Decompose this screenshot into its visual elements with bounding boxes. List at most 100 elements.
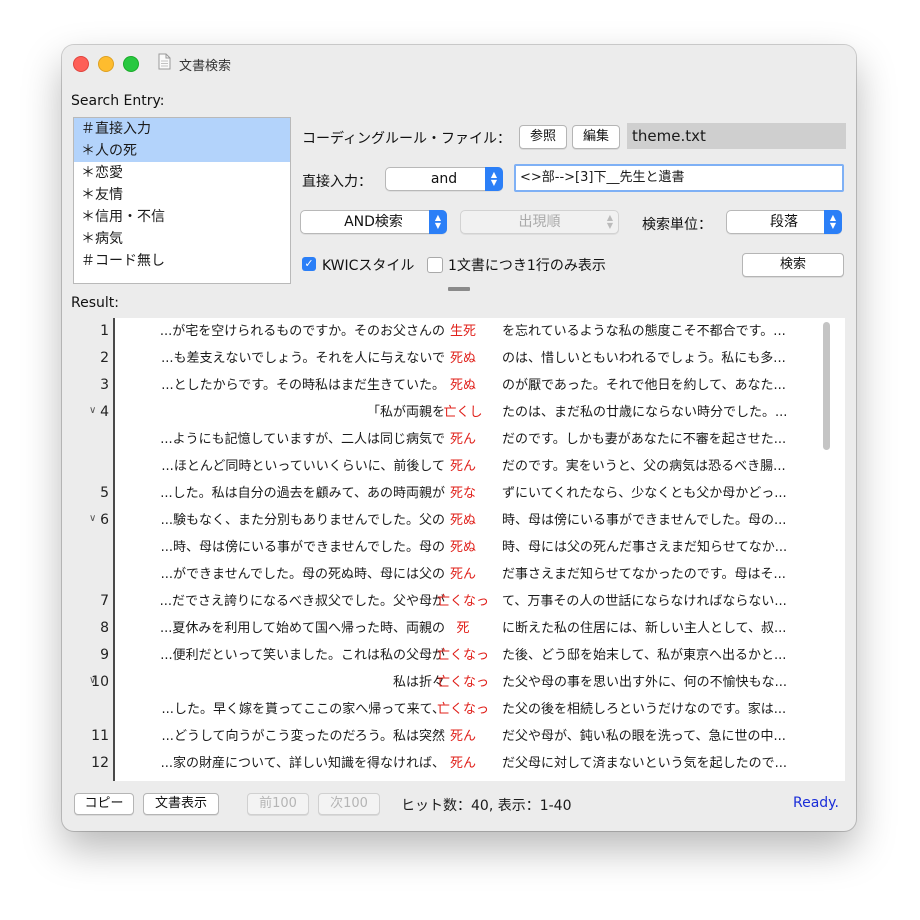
keyword: 死ん [449,432,476,447]
result-row[interactable]: 5 ...した。私は自分の過去を顧みて、あの時両親が 死な ずにいてくれたなら、少なく… [73,480,845,507]
show-document-button[interactable]: 文書表示 [143,793,219,815]
result-row[interactable]: ...した。早く嫁を貰ってここの家へ帰って来て、 亡くなっ た父の後を相続しろという… [73,696,845,723]
search-button[interactable]: 検索 [742,253,844,277]
left-context: ...便利だといって笑いました。これは私の父母が [160,648,445,663]
zoom-window-button[interactable] [123,56,139,72]
left-context: ...した。早く嫁を貰ってここの家へ帰って来て、 [161,702,445,717]
search-entry-item[interactable]: ＃コード無し [74,250,290,272]
search-entry-label: Search Entry: [71,93,165,109]
right-context: た後、どう邸を始末して、私が東京へ出るかと... [502,648,787,663]
close-window-button[interactable] [73,56,89,72]
previous-100-button[interactable]: 前100 [247,793,309,815]
vertical-scrollbar[interactable] [823,322,830,450]
right-context: 時、母は傍にいる事ができませんでした。母の... [502,513,787,528]
result-row[interactable]: 3 ...としたからです。その時私はまだ生きていた。 死ぬ のが厭であった。それで他日… [73,372,845,399]
search-entry-item[interactable]: ＊信用・不信 [74,206,290,228]
splitter-handle[interactable] [448,287,470,291]
keyword: 死ぬ [449,540,476,555]
next-100-button[interactable]: 次100 [318,793,380,815]
search-entry-item[interactable]: ＃直接入力 [74,118,290,140]
left-context: ...家の財産について、詳しい知識を得なければ、 [160,756,445,771]
result-row[interactable]: 4 ∨ 「私が両親を 亡くし たのは、まだ私の廿歳にならない時分でした。... [73,399,845,426]
right-context: だのです。しかも妻があなたに不審を起させた... [502,432,787,447]
right-context: に断えた私の住居には、新しい主人として、叔... [502,621,787,636]
left-context: ...どうして向うがこう変ったのだろう。私は突然 [161,729,445,744]
stepper-icon: ▲ ▼ [606,213,614,230]
keyword: 死ん [449,567,476,582]
left-context: 私は折々 [392,675,445,690]
search-mode-select[interactable]: AND検索 ▲ ▼ [300,210,447,234]
right-context: のが厭であった。それで他日を約して、あなた... [502,378,786,393]
result-label: Result: [71,295,119,311]
search-unit-select[interactable]: 段落 ▲ ▼ [726,210,842,234]
result-row[interactable]: 9 ...便利だといって笑いました。これは私の父母が 亡くなっ た後、どう邸を始末して… [73,642,845,669]
window-title: 文書検索 [179,59,232,74]
coding-rule-label: コーディングルール・ファイル： [302,131,512,147]
stepper-icon: ▲ ▼ [485,167,503,191]
result-row[interactable]: ...ようにも記憶していますが、二人は同じ病気で 死ん だのです。しかも妻があなたに… [73,426,845,453]
keyword: 亡くなっ [436,594,489,609]
result-row[interactable]: 1 ...が宅を空けられるものですか。そのお父さんの 生死 を忘れているような私の態度… [73,318,845,345]
search-mode-value: AND検索 [344,214,403,230]
result-row[interactable]: ...ほとんど同時といっていいくらいに、前後して 死ん だのです。実をいうと、父の病… [73,453,845,480]
minimize-window-button[interactable] [98,56,114,72]
keyword: 亡くなっ [436,648,489,663]
search-unit-label: 検索単位： [642,217,712,233]
stepper-icon: ▲ ▼ [824,210,842,234]
browse-button[interactable]: 参照 [519,125,567,149]
search-entry-item[interactable]: ＊病気 [74,228,290,250]
right-context: た父や母の事を思い出す外に、何の不愉快もな... [502,675,788,690]
keyword: 亡くなっ [436,675,489,690]
left-context: ...ほとんど同時といっていいくらいに、前後して [161,459,445,474]
operator-value: and [430,171,458,187]
search-entry-item[interactable]: ＊恋愛 [74,162,290,184]
one-line-checkbox[interactable] [427,257,443,273]
left-context: ...した。私は自分の過去を顧みて、あの時両親が [160,486,445,501]
document-icon [158,53,171,70]
keyword: 死な [449,486,476,501]
right-context: を忘れているような私の態度こそ不都合です。... [502,324,786,339]
right-context: のは、惜しいともいわれるでしょう。私にも多... [502,351,786,366]
keyword: 死 [456,621,470,636]
hit-count-text: ヒット数：40, 表示：1-40 [401,798,572,814]
keyword: 死ん [449,729,476,744]
keyword: 生死 [449,324,476,339]
copy-button[interactable]: コピー [74,793,134,815]
right-context: だ父母に対して済まないという気を起したので... [502,756,788,771]
result-row[interactable]: 2 ...も差支えないでしょう。それを人に与えないで 死ぬ のは、惜しいともいわれるで… [73,345,845,372]
result-row[interactable]: 7 ...だでさえ誇りになるべき叔父でした。父や母が 亡くなっ て、万事その人の世話に… [73,588,845,615]
keyword: 亡くなっ [436,702,489,717]
query-input[interactable]: <>部-->[3]下__先生と遺書 [514,164,844,192]
result-row[interactable]: 12 ...家の財産について、詳しい知識を得なければ、 死ん だ父母に対して済まないと… [73,750,845,777]
right-context: たのは、まだ私の廿歳にならない時分でした。... [502,405,788,420]
right-context: だ事さえまだ知らせてなかったのです。母はそ... [502,567,786,582]
search-entry-item[interactable]: ＊人の死 [74,140,290,162]
stepper-icon: ▲ ▼ [429,210,447,234]
right-context: て、万事その人の世話にならなければならない... [502,594,787,609]
right-context: だ父や母が、鈍い私の眼を洗って、急に世の中... [502,729,786,744]
keyword: 死ん [449,459,476,474]
search-entry-list[interactable]: ＃直接入力 ＊人の死 ＊恋愛 ＊友情 ＊信用・不信 ＊病気 ＃コード無し [73,117,291,284]
document-search-window: 文書検索 Search Entry: ＃直接入力 ＊人の死 ＊恋愛 ＊友情 ＊信… [62,45,856,831]
keyword: 亡くし [443,405,483,420]
result-table[interactable]: 1 ...が宅を空けられるものですか。そのお父さんの 生死 を忘れているような私の態度… [73,318,845,781]
sort-order-select: 出現順 ▲ ▼ [460,210,619,234]
edit-button[interactable]: 編集 [572,125,620,149]
status-text: Ready. [793,795,839,811]
result-row[interactable]: ...ができませんでした。母の死ぬ時、母には父の 死ん だ事さえまだ知らせてなかった… [73,561,845,588]
kwic-checkbox[interactable]: ✓ [302,257,316,271]
result-row[interactable]: ...時、母は傍にいる事ができませんでした。母の 死ぬ 時、母には父の死んだ事さえま… [73,534,845,561]
result-row[interactable]: 10 ∨ 私は折々 亡くなっ た父や母の事を思い出す外に、何の不愉快もな... [73,669,845,696]
coding-rule-file-field[interactable]: theme.txt [627,123,846,149]
result-row[interactable]: 8 ...夏休みを利用して始めて国へ帰った時、両親の死に断えた私の住居には、新しい… [73,615,845,642]
left-context: ...ようにも記憶していますが、二人は同じ病気で [160,432,445,447]
operator-select[interactable]: and ▲ ▼ [385,167,503,191]
left-context: ...が宅を空けられるものですか。そのお父さんの [159,324,445,339]
keyword: 死ぬ [449,513,476,528]
result-row[interactable]: 11 ...どうして向うがこう変ったのだろう。私は突然 死ん だ父や母が、鈍い私の眼を… [73,723,845,750]
result-row[interactable]: 6 ∨ ...験もなく、また分別もありませんでした。父の 死ぬ 時、母は傍にいる事ができ… [73,507,845,534]
right-context: だのです。実をいうと、父の病気は恐るべき腸... [502,459,786,474]
one-line-label: 1文書につき1行のみ表示 [448,258,606,274]
right-context: 時、母には父の死んだ事さえまだ知らせてなか... [502,540,788,555]
search-entry-item[interactable]: ＊友情 [74,184,290,206]
